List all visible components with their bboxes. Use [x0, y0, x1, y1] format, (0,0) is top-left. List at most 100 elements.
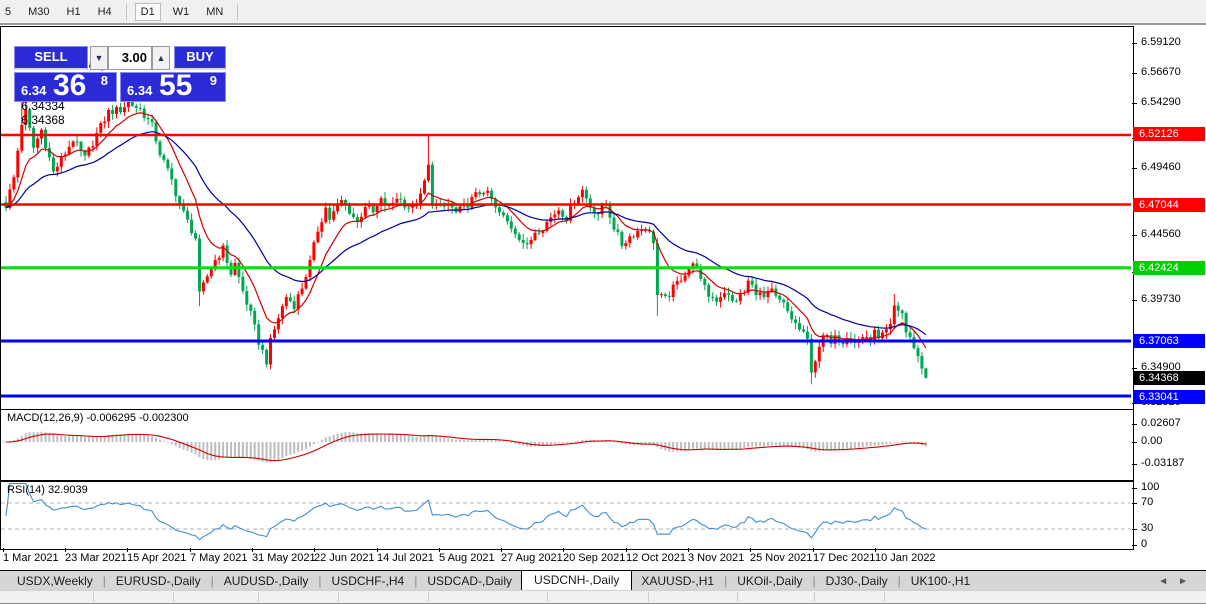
price-tick-label: 6.44560 [1141, 228, 1181, 240]
statusbar-separator [814, 592, 815, 602]
tab-separator: | [724, 574, 728, 588]
buy-price-big-digits: 55 [159, 69, 193, 102]
chart-tab-ukoil-daily[interactable]: UKOil-,Daily [728, 572, 811, 590]
rsi-label: RSI(14) 32.9039 [7, 484, 88, 496]
price-tick-mark [1132, 235, 1137, 236]
tab-scroll-right-icon[interactable]: ► [1178, 576, 1198, 587]
price-level-marker: 6.34368 [1133, 371, 1205, 385]
volume-decrease-button[interactable]: ▼ [90, 46, 108, 70]
date-tick-label: 3 Nov 2021 [688, 552, 745, 564]
price-tick-mark [1132, 103, 1137, 104]
sell-price-display[interactable]: 6.34 36 8 [14, 69, 117, 102]
date-tick-label: 17 Dec 2021 [813, 552, 876, 564]
buy-price-prefix: 6.34 [127, 83, 153, 98]
chart-tab-dj30-daily[interactable]: DJ30-,Daily [817, 572, 897, 590]
price-level-marker: 6.33041 [1133, 390, 1205, 404]
rsi-tick-label: 0 [1141, 538, 1148, 550]
tab-separator: | [102, 574, 106, 588]
statusbar-separator [547, 592, 548, 602]
sell-price-prefix: 6.34 [21, 83, 47, 98]
tab-scroll-left-icon[interactable]: ◄ [1158, 576, 1178, 587]
date-tick-label: 20 Sep 2021 [563, 552, 626, 564]
ohlc-close: 6.34368 [21, 113, 65, 127]
price-tick-label: 6.49460 [1141, 161, 1181, 173]
macd-tick-label: -0.03187 [1141, 457, 1185, 469]
date-tick-label: 27 Aug 2021 [501, 552, 563, 564]
sell-button[interactable]: SELL [14, 46, 88, 70]
statusbar-separator [338, 592, 339, 602]
price-level-marker: 6.42424 [1133, 261, 1205, 275]
rsi-tick-label: 70 [1141, 496, 1154, 508]
rsi-tick-mark [1132, 545, 1137, 546]
macd-tick-mark [1132, 464, 1137, 465]
toolbar-separator [237, 3, 239, 20]
macd-tick-mark [1132, 424, 1137, 425]
chart-tab-uk100-h1[interactable]: UK100-,H1 [902, 572, 979, 590]
statusbar-separator [428, 592, 429, 602]
price-level-marker: 6.47044 [1133, 198, 1205, 212]
chart-tab-usdcnh-daily[interactable]: USDCNH-,Daily [521, 569, 633, 591]
statusbar-separator [884, 592, 885, 602]
sell-price-pip: 8 [100, 73, 108, 88]
date-tick-label: 15 Apr 2021 [127, 552, 187, 564]
date-tick-label: 5 Aug 2021 [439, 552, 495, 564]
date-tick-label: 1 Mar 2021 [3, 552, 59, 564]
date-tick-label: 23 Mar 2021 [65, 552, 127, 564]
macd-tick-label: 0.02607 [1141, 417, 1181, 429]
price-tick-label: 6.39730 [1141, 293, 1181, 305]
volume-input[interactable]: 3.00 [108, 46, 152, 70]
sell-price-big-digits: 36 [53, 69, 87, 102]
tab-separator: | [812, 574, 816, 588]
chart-tab-bar: USDX,Weekly | EURUSD-,Daily | AUDUSD-,Daily |… [0, 569, 1206, 591]
timeframe-button-d1[interactable]: D1 [134, 2, 161, 21]
rsi-chart [1, 482, 1131, 541]
timeframe-button-h1[interactable]: H1 [62, 3, 86, 21]
price-level-marker: 6.37063 [1133, 334, 1205, 348]
rsi-tick-mark [1132, 529, 1137, 530]
rsi-tick-mark [1132, 488, 1137, 489]
price-tick-mark [1132, 168, 1137, 169]
volume-increase-button[interactable]: ▲ [152, 46, 170, 70]
chart-tab-eurusd-daily[interactable]: EURUSD-,Daily [107, 572, 210, 590]
timeframe-button-h4[interactable]: H4 [93, 3, 117, 21]
price-tick-label: 6.54290 [1141, 96, 1181, 108]
tab-separator: | [210, 574, 214, 588]
toolbar-separator [125, 3, 127, 20]
timeframe-button-mn[interactable]: MN [201, 3, 228, 21]
date-tick-label: 22 Jun 2021 [314, 552, 375, 564]
tab-separator: | [897, 574, 901, 588]
price-tick-mark [1132, 43, 1137, 44]
statusbar-separator [93, 592, 94, 602]
timeframe-button-w1[interactable]: W1 [168, 3, 195, 21]
rsi-indicator-pane[interactable]: RSI(14) 32.9039 [0, 481, 1134, 550]
price-tick-label: 6.56670 [1141, 66, 1181, 78]
statusbar-separator [258, 592, 259, 602]
macd-indicator-pane[interactable]: MACD(12,26,9) -0.006295 -0.002300 [0, 409, 1134, 481]
date-tick-label: 14 Jul 2021 [377, 552, 434, 564]
one-click-trading-panel: SELL ▼ 3.00 ▲ BUY 6.34 36 8 6.34 55 9 [14, 46, 226, 102]
statusbar-separator [173, 592, 174, 602]
chart-tab-xauusd-h1[interactable]: XAUUSD-,H1 [632, 572, 723, 590]
statusbar-separator [648, 592, 649, 602]
price-tick-mark [1132, 368, 1137, 369]
date-tick-label: 25 Nov 2021 [750, 552, 813, 564]
macd-tick-mark [1132, 442, 1137, 443]
buy-price-display[interactable]: 6.34 55 9 [120, 69, 226, 102]
date-tick-label: 10 Jan 2022 [875, 552, 936, 564]
buy-price-pip: 9 [209, 73, 217, 88]
chart-tab-usdcad-daily[interactable]: USDCAD-,Daily [418, 572, 521, 590]
price-tick-mark [1132, 300, 1137, 301]
timeframe-button-m30[interactable]: M30 [23, 3, 54, 21]
chart-window[interactable]: ▲ USDCNH-,Daily 6.35064 6.35115 6.34334 … [0, 25, 1206, 570]
buy-button[interactable]: BUY [174, 46, 226, 70]
chart-tab-usdchf-h4[interactable]: USDCHF-,H4 [323, 572, 414, 590]
timeframe-button-5[interactable]: 5 [0, 3, 16, 21]
timeframe-toolbar: 5 M30 H1 H4 D1 W1 MN [0, 0, 1206, 25]
macd-tick-label: 0.00 [1141, 435, 1163, 447]
rsi-tick-mark [1132, 503, 1137, 504]
price-tick-label: 6.59120 [1141, 36, 1181, 48]
tab-separator: | [414, 574, 418, 588]
price-level-marker: 6.52126 [1133, 127, 1205, 141]
chart-tab-audusd-daily[interactable]: AUDUSD-,Daily [215, 572, 318, 590]
chart-tab-usdx-weekly[interactable]: USDX,Weekly [8, 572, 102, 590]
